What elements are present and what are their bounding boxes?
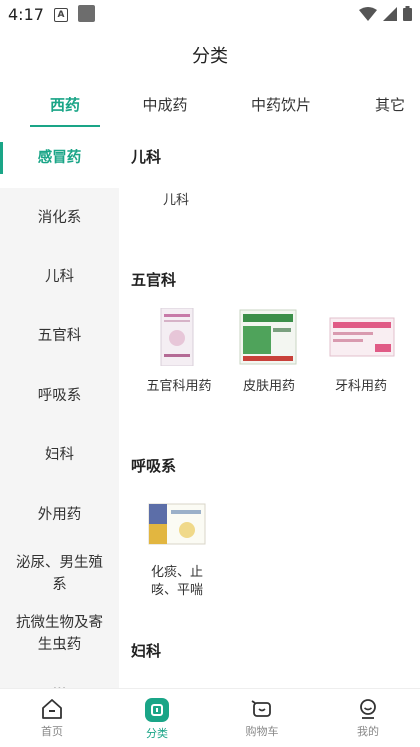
subcategory-item[interactable]: 五官科用药 xyxy=(139,378,219,396)
sidebar-item-external[interactable]: 外用药 xyxy=(0,504,119,526)
status-icons xyxy=(359,6,412,21)
sidebar-item-partial: ··· xyxy=(0,678,119,688)
nav-label: 分类 xyxy=(146,727,168,740)
status-bar: 4:17 A xyxy=(0,0,420,28)
page-title: 分类 xyxy=(192,46,228,67)
subcategory-item[interactable]: 化痰、止咳、平喘 xyxy=(141,564,213,600)
active-tab-underline xyxy=(30,125,100,127)
tab-herbal-pieces[interactable]: 中药饮片 xyxy=(240,94,322,115)
status-time: 4:17 xyxy=(8,5,44,24)
section-title: 呼吸系 xyxy=(131,457,177,475)
sidebar-item-label: 泌尿、男生殖系 xyxy=(16,555,103,593)
sidebar-item-urology[interactable]: 泌尿、男生殖系 xyxy=(0,552,119,596)
sidebar-item-label: 抗微生物及寄生虫药 xyxy=(16,615,103,653)
subcategory-item[interactable]: 皮肤用药 xyxy=(229,378,309,396)
cart-icon xyxy=(251,700,271,717)
nav-profile[interactable]: 我的 xyxy=(338,697,398,739)
sidebar-item-cold-medicine[interactable]: 感冒药 xyxy=(0,128,119,188)
wifi-icon xyxy=(359,6,377,21)
sidebar-item-label: 妇科 xyxy=(45,447,74,463)
nav-label: 首页 xyxy=(41,725,63,738)
sidebar: 感冒药 消化系 儿科 五官科 呼吸系 妇科 外用药 泌尿、男生殖系 抗微生物及寄… xyxy=(0,128,119,688)
keyboard-a-icon: A xyxy=(54,8,68,22)
section-title: 儿科 xyxy=(131,148,162,166)
notification-square-icon xyxy=(78,5,95,22)
title-bar: 分类 xyxy=(0,28,420,78)
home-icon xyxy=(42,699,62,719)
nav-label: 我的 xyxy=(357,725,379,738)
skin-medicine-image[interactable] xyxy=(239,308,299,370)
section-title: 五官科 xyxy=(131,271,177,289)
sidebar-item-label: 五官科 xyxy=(37,328,82,344)
sidebar-active-indicator xyxy=(0,142,3,174)
nav-category[interactable]: 分类 xyxy=(127,697,187,741)
category-tabs: 西药 中成药 中药饮片 其它 xyxy=(0,84,420,129)
sidebar-item-antimicrobial[interactable]: 抗微生物及寄生虫药 xyxy=(0,612,119,656)
profile-icon xyxy=(360,699,376,719)
sidebar-item-digestive[interactable]: 消化系 xyxy=(0,207,119,229)
tab-other[interactable]: 其它 xyxy=(362,94,418,115)
subcategory-item[interactable]: 儿科 xyxy=(131,192,221,210)
sidebar-item-ent[interactable]: 五官科 xyxy=(0,325,119,347)
section-title: 妇科 xyxy=(131,642,162,660)
sidebar-item-respiratory[interactable]: 呼吸系 xyxy=(0,385,119,407)
sidebar-item-label: 消化系 xyxy=(37,210,82,226)
nav-label: 购物车 xyxy=(245,725,279,738)
dental-medicine-image[interactable] xyxy=(329,308,395,370)
battery-icon xyxy=(403,6,412,21)
sidebar-item-label: 外用药 xyxy=(37,507,82,523)
nav-cart[interactable]: 购物车 xyxy=(232,697,292,739)
sidebar-item-gynecology[interactable]: 妇科 xyxy=(0,444,119,466)
sidebar-item-label: 感冒药 xyxy=(37,150,82,166)
nav-home[interactable]: 首页 xyxy=(22,697,82,739)
tab-western-medicine[interactable]: 西药 xyxy=(30,94,100,115)
subcategory-item[interactable]: 牙科用药 xyxy=(321,378,401,396)
tab-chinese-patent-medicine[interactable]: 中成药 xyxy=(130,94,200,115)
signal-icon xyxy=(383,6,397,21)
category-icon xyxy=(145,698,169,722)
category-content: 儿科 儿科 五官科 五官科用药 皮肤用药 牙科用药 呼吸系 化痰、止咳、平喘 妇… xyxy=(119,128,420,688)
bottom-nav: 首页 分类 购物车 我的 xyxy=(0,688,420,747)
sidebar-item-label: 儿科 xyxy=(45,269,74,285)
sidebar-item-label: 呼吸系 xyxy=(37,388,82,404)
sidebar-item-pediatrics[interactable]: 儿科 xyxy=(0,266,119,288)
respiratory-medicine-image[interactable] xyxy=(147,502,207,554)
ent-medicine-image[interactable] xyxy=(147,307,207,370)
